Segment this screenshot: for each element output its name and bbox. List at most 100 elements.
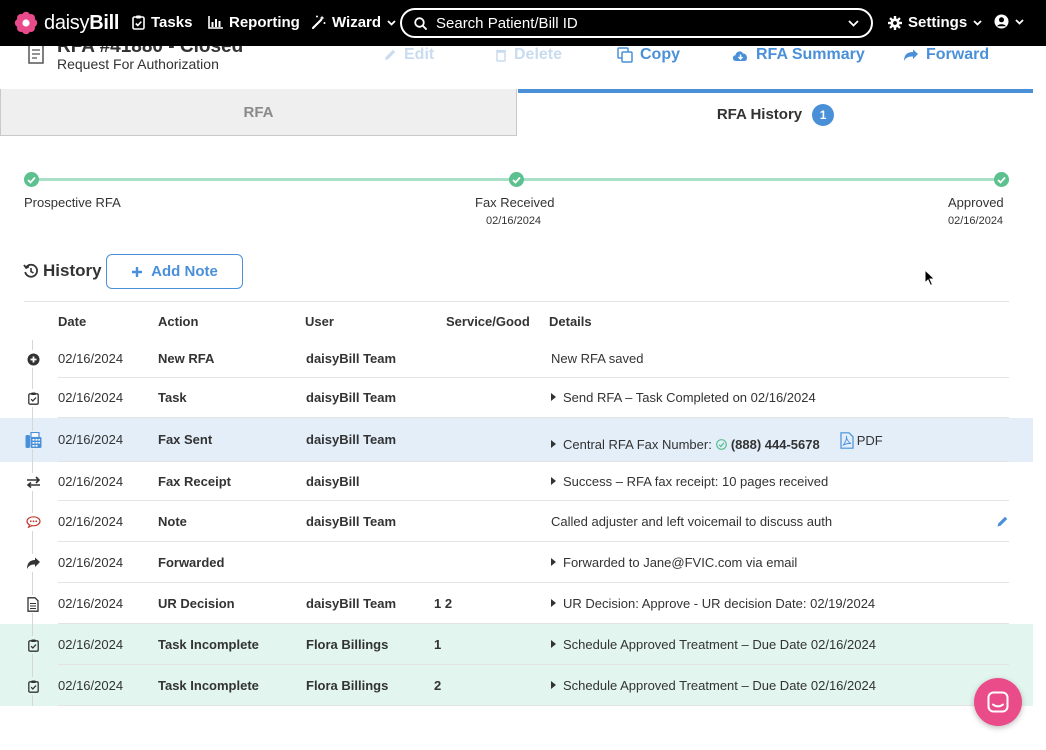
row-date: 02/16/2024 [58, 390, 124, 405]
user-account-menu[interactable] [994, 14, 1024, 29]
pdf-file-icon [840, 432, 854, 449]
row-details-text: UR Decision: Approve - UR decision Date:… [563, 596, 876, 611]
nav-wizard-menu[interactable]: Wizard [311, 14, 396, 31]
column-header-action[interactable]: Action [158, 314, 198, 329]
magic-wand-icon [311, 15, 326, 30]
search-input[interactable] [436, 14, 839, 32]
row-date: 02/16/2024 [58, 432, 124, 447]
daisybill-logo[interactable]: daisyBill [14, 11, 119, 35]
row-service-good: 1 2 [434, 596, 453, 611]
row-details[interactable]: Central RFA Fax Number: (888) 444-5678 PDF [551, 432, 883, 452]
column-header-user[interactable]: User [305, 314, 334, 329]
expand-caret-icon[interactable] [551, 599, 556, 607]
row-user: daisyBill Team [306, 596, 397, 611]
row-details[interactable]: Schedule Approved Treatment – Due Date 0… [551, 678, 876, 693]
column-header-service[interactable]: Service/Good [446, 314, 530, 329]
expand-caret-icon[interactable] [551, 477, 556, 485]
chevron-down-icon [387, 19, 396, 26]
nav-wizard-label: Wizard [332, 14, 382, 31]
row-details[interactable]: Schedule Approved Treatment – Due Date 0… [551, 637, 876, 652]
row-user: daisyBill Team [306, 514, 397, 529]
table-row[interactable]: 02/16/2024 Task daisyBill Team Send RFA – T… [0, 378, 1033, 418]
row-details[interactable]: UR Decision: Approve - UR decision Date:… [551, 596, 875, 611]
row-details-text: Schedule Approved Treatment – Due Date 0… [563, 637, 876, 652]
verified-check-icon [715, 437, 727, 452]
row-details-text: Called adjuster and left voicemail to di… [551, 514, 833, 529]
row-action: Task [158, 390, 187, 405]
row-details-text: Forwarded to Jane@FVIC.com via email [563, 555, 798, 570]
expand-caret-icon[interactable] [551, 640, 556, 648]
table-row[interactable]: 02/16/2024 Task Incomplete Flora Billings 2… [0, 665, 1033, 706]
row-details[interactable]: Success – RFA fax receipt: 10 pages rece… [551, 474, 828, 489]
row-action: Fax Sent [158, 432, 213, 447]
row-details-text: Central RFA Fax Number: [563, 437, 712, 452]
step-check-icon [994, 172, 1009, 187]
row-date: 02/16/2024 [58, 474, 124, 489]
column-header-details[interactable]: Details [549, 314, 592, 329]
row-service-good: 1 [434, 637, 442, 652]
row-details[interactable]: Send RFA – Task Completed on 02/16/2024 [551, 390, 816, 405]
tab-rfa[interactable]: RFA [0, 89, 517, 136]
mouse-cursor-icon [924, 269, 936, 287]
row-action: Task Incomplete [158, 637, 259, 652]
row-details[interactable]: Forwarded to Jane@FVIC.com via email [551, 555, 797, 570]
pdf-link[interactable]: PDF [840, 432, 883, 449]
nav-settings-menu[interactable]: Settings [888, 14, 982, 31]
chat-icon [987, 691, 1009, 713]
row-action: Task Incomplete [158, 678, 259, 693]
rfa-document-icon [28, 46, 44, 64]
table-row[interactable]: 02/16/2024 Fax Sent daisyBill Team Central … [0, 418, 1033, 462]
nav-reporting[interactable]: Reporting [208, 14, 300, 31]
clipboard-check-icon [24, 636, 42, 654]
table-row[interactable]: 02/16/2024 Task Incomplete Flora Billings 1… [0, 624, 1033, 665]
expand-caret-icon[interactable] [551, 393, 556, 401]
rfa-summary-label: RFA Summary [756, 46, 865, 63]
top-navigation-bar: daisyBill Tasks Reporting Wizard Setting… [0, 0, 1046, 46]
copy-button[interactable]: Copy [617, 46, 680, 64]
document-icon [24, 595, 42, 613]
chat-launcher-button[interactable] [974, 678, 1022, 726]
trash-icon [496, 50, 506, 62]
table-row[interactable]: 02/16/2024 Fax Receipt daisyBill Success – … [0, 462, 1033, 501]
delete-button[interactable]: Delete [495, 46, 562, 64]
plus-circle-icon [24, 350, 42, 368]
row-details: New RFA saved [551, 351, 644, 366]
copy-icon [617, 47, 633, 63]
step-check-icon [24, 172, 39, 187]
fax-number: (888) 444-5678 [730, 437, 820, 452]
rfa-summary-button[interactable]: RFA Summary [732, 46, 865, 64]
nav-settings-label: Settings [908, 14, 968, 31]
table-row[interactable]: 02/16/2024 Forwarded Forwarded to Jane@FVI… [0, 542, 1033, 583]
nav-tasks[interactable]: Tasks [132, 14, 192, 31]
chevron-down-icon [1015, 18, 1024, 25]
tab-rfa-label: RFA [243, 103, 274, 121]
chevron-down-icon [973, 19, 982, 26]
nav-tasks-label: Tasks [151, 14, 193, 31]
column-header-date[interactable]: Date [58, 314, 86, 329]
forward-arrow-icon [24, 554, 42, 572]
edit-button[interactable]: Edit [383, 46, 434, 64]
table-row[interactable]: 02/16/2024 UR Decision daisyBill Team 1 2 UR… [0, 583, 1033, 624]
row-date: 02/16/2024 [58, 596, 124, 611]
expand-caret-icon[interactable] [551, 681, 556, 689]
tab-history-label: RFA History [716, 106, 803, 123]
row-user: daisyBill Team [306, 390, 397, 405]
patient-bill-search[interactable] [400, 8, 873, 38]
edit-note-pencil-icon[interactable] [996, 515, 1009, 533]
edit-label: Edit [404, 46, 435, 63]
table-row[interactable]: 02/16/2024 Note daisyBill Team Called adjus… [0, 501, 1033, 542]
gear-icon [888, 15, 902, 30]
pencil-icon [385, 49, 396, 60]
row-details-text: Success – RFA fax receipt: 10 pages rece… [563, 474, 829, 489]
tab-rfa-history[interactable]: RFA History 1 [518, 89, 1033, 136]
row-date: 02/16/2024 [58, 678, 124, 693]
forward-button[interactable]: Forward [903, 46, 989, 64]
exchange-icon [24, 473, 42, 491]
row-action: Fax Receipt [158, 474, 231, 489]
table-row[interactable]: 02/16/2024 New RFA daisyBill Team New RFA s… [0, 340, 1033, 378]
daisy-logo-icon [14, 11, 38, 35]
chevron-down-icon[interactable] [848, 19, 859, 27]
add-note-button[interactable]: Add Note [106, 254, 243, 289]
expand-caret-icon[interactable] [551, 558, 556, 566]
expand-caret-icon[interactable] [551, 440, 556, 448]
